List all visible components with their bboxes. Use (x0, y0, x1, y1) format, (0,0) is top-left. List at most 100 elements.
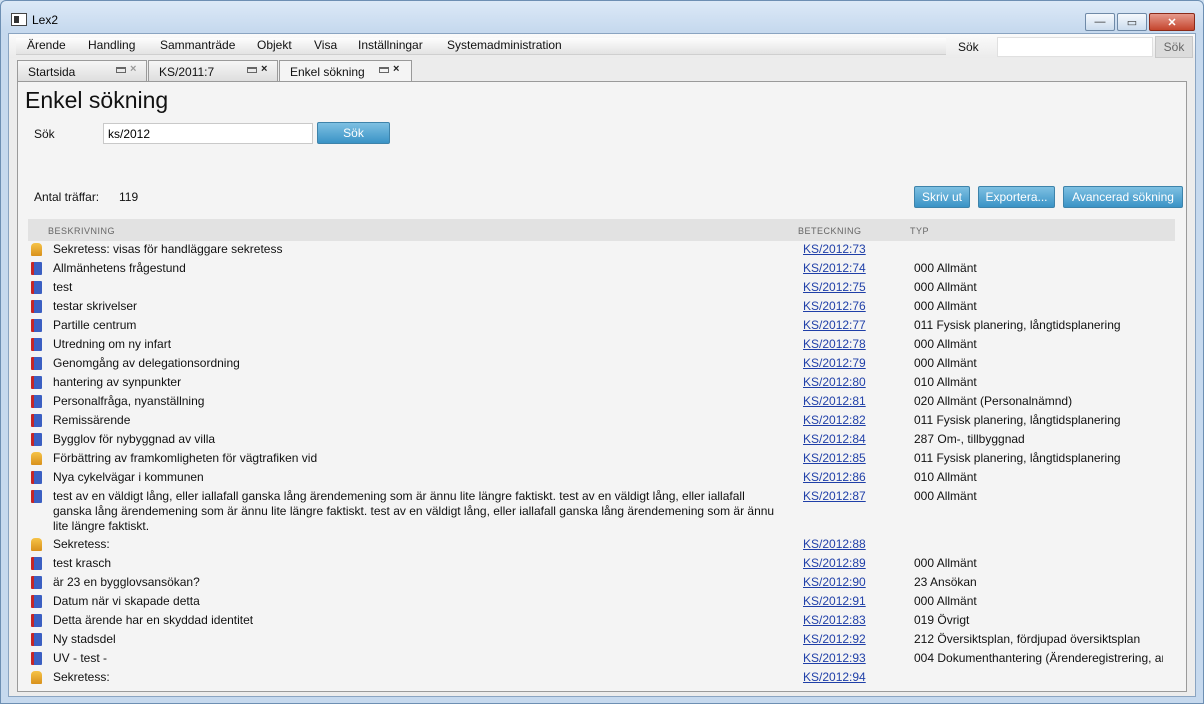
locked-case-icon (31, 671, 42, 684)
row-case-link[interactable]: KS/2012:78 (803, 337, 866, 351)
table-row[interactable]: är 23 en bygglovsansökan? KS/2012:90 23 An… (28, 574, 1163, 593)
row-case-link[interactable]: KS/2012:92 (803, 632, 866, 646)
search-button[interactable]: Sök (317, 122, 390, 144)
row-case-link[interactable]: KS/2012:85 (803, 451, 866, 465)
table-row[interactable]: Sekretess: visas för handläggare sekrete… (28, 241, 1163, 260)
case-icon (31, 357, 42, 370)
row-case-link[interactable]: KS/2012:79 (803, 356, 866, 370)
row-case-link[interactable]: KS/2012:83 (803, 613, 866, 627)
row-description: test av en väldigt lång, eller iallafall… (53, 489, 775, 533)
row-case-link[interactable]: KS/2012:81 (803, 394, 866, 408)
table-row[interactable]: test KS/2012:75 000 Allmänt (28, 279, 1163, 298)
row-case-link[interactable]: KS/2012:73 (803, 242, 866, 256)
tab-startsida[interactable]: Startsida × (17, 60, 147, 81)
row-case-link[interactable]: KS/2012:93 (803, 651, 866, 665)
table-row[interactable]: Sekretess: KS/2012:88 (28, 536, 1163, 555)
top-search-input[interactable] (997, 37, 1153, 57)
top-search-button[interactable]: Sök (1155, 36, 1193, 58)
row-description: Sekretess: visas för handläggare sekrete… (53, 242, 283, 256)
search-input[interactable] (103, 123, 313, 144)
row-case-link[interactable]: KS/2012:94 (803, 670, 866, 684)
row-type: 010 Allmänt (914, 375, 977, 389)
print-button[interactable]: Skriv ut (914, 186, 970, 208)
row-description: är 23 en bygglovsansökan? (53, 575, 200, 589)
tab-ks-2011-7[interactable]: KS/2011:7 × (148, 60, 278, 81)
tab-label: Enkel sökning (290, 65, 365, 79)
table-row[interactable]: Detta ärende har en skyddad identitet KS/… (28, 612, 1163, 631)
row-description: UV - test - (53, 651, 108, 665)
table-row[interactable]: hantering av synpunkter KS/2012:80 010 All… (28, 374, 1163, 393)
case-icon (31, 614, 42, 627)
undock-icon[interactable] (379, 67, 389, 73)
close-icon[interactable]: × (130, 63, 136, 75)
row-case-link[interactable]: KS/2012:91 (803, 594, 866, 608)
minimize-button[interactable]: — (1085, 13, 1115, 31)
advanced-search-button[interactable]: Avancerad sökning (1063, 186, 1183, 208)
menu-item[interactable]: Inställningar (358, 34, 423, 52)
table-row[interactable]: test av en väldigt lång, eller iallafall… (28, 488, 1163, 536)
menu-item[interactable]: Sammanträde (160, 34, 235, 52)
table-row[interactable]: Genomgång av delegationsordning KS/2012:7… (28, 355, 1163, 374)
table-row[interactable]: Sekretess: KS/2012:94 (28, 669, 1163, 684)
close-icon[interactable]: × (261, 63, 267, 75)
table-row[interactable]: Remissärende KS/2012:82 011 Fysisk planeri… (28, 412, 1163, 431)
row-case-link[interactable]: KS/2012:90 (803, 575, 866, 589)
column-header-typ[interactable]: TYP (910, 226, 929, 236)
menu-item[interactable]: Ärende (27, 34, 66, 52)
tab-bar: Startsida × KS/2011:7 × Enkel sökning × (17, 60, 413, 82)
table-row[interactable]: test krasch KS/2012:89 000 Allmänt (28, 555, 1163, 574)
row-case-link[interactable]: KS/2012:87 (803, 489, 866, 503)
menu-item[interactable]: Handling (88, 34, 135, 52)
table-row[interactable]: Partille centrum KS/2012:77 011 Fysisk pla… (28, 317, 1163, 336)
row-case-link[interactable]: KS/2012:77 (803, 318, 866, 332)
row-case-link[interactable]: KS/2012:88 (803, 537, 866, 551)
row-case-link[interactable]: KS/2012:89 (803, 556, 866, 570)
row-case-link[interactable]: KS/2012:76 (803, 299, 866, 313)
table-row[interactable]: Personalfråga, nyanställning KS/2012:81 02… (28, 393, 1163, 412)
row-case-link[interactable]: KS/2012:80 (803, 375, 866, 389)
row-case-link[interactable]: KS/2012:82 (803, 413, 866, 427)
row-type: 019 Övrigt (914, 613, 970, 627)
row-case-link[interactable]: KS/2012:74 (803, 261, 866, 275)
column-header-beteckning[interactable]: BETECKNING (798, 226, 862, 236)
menu-item[interactable]: Visa (314, 34, 337, 52)
undock-icon[interactable] (116, 67, 126, 73)
hits-label: Antal träffar: (34, 190, 100, 204)
table-row[interactable]: Förbättring av framkomligheten för vägtr… (28, 450, 1163, 469)
column-header-beskrivning[interactable]: BESKRIVNING (48, 226, 115, 236)
app-window: Lex2 — ▭ ✕ Ärende Handling Sammanträde Obje… (0, 0, 1204, 704)
close-icon[interactable]: × (393, 63, 399, 75)
table-row[interactable]: UV - test - KS/2012:93 004 Dokumenthanteri… (28, 650, 1163, 669)
menu-item[interactable]: Systemadministration (447, 34, 562, 52)
table-row[interactable]: Allmänhetens frågestund KS/2012:74 000 All… (28, 260, 1163, 279)
row-case-link[interactable]: KS/2012:86 (803, 470, 866, 484)
table-row[interactable]: Datum när vi skapade detta KS/2012:91 000 … (28, 593, 1163, 612)
row-type: 011 Fysisk planering, långtidsplanering (914, 318, 1121, 332)
row-description: Remissärende (53, 413, 131, 427)
tab-enkel-sokning[interactable]: Enkel sökning × (279, 60, 412, 82)
case-icon (31, 300, 42, 313)
table-row[interactable]: Bygglov för nybyggnad av villa KS/2012:84… (28, 431, 1163, 450)
row-type: 000 Allmänt (914, 261, 977, 275)
case-icon (31, 319, 42, 332)
table-row[interactable]: testar skrivelser KS/2012:76 000 Allmänt (28, 298, 1163, 317)
page-title: Enkel sökning (25, 87, 169, 113)
maximize-button[interactable]: ▭ (1117, 13, 1147, 31)
close-button[interactable]: ✕ (1149, 13, 1195, 31)
row-case-link[interactable]: KS/2012:84 (803, 432, 866, 446)
row-type: 23 Ansökan (914, 575, 977, 589)
undock-icon[interactable] (247, 67, 257, 73)
case-icon (31, 338, 42, 351)
row-type: 000 Allmänt (914, 556, 977, 570)
row-description: Allmänhetens frågestund (53, 261, 186, 275)
row-description: test krasch (53, 556, 112, 570)
row-type: 000 Allmänt (914, 489, 977, 503)
table-row[interactable]: Utredning om ny infart KS/2012:78 000 Allm… (28, 336, 1163, 355)
export-button[interactable]: Exportera... (978, 186, 1055, 208)
row-case-link[interactable]: KS/2012:75 (803, 280, 866, 294)
row-description: Detta ärende har en skyddad identitet (53, 613, 254, 627)
menu-item[interactable]: Objekt (257, 34, 292, 52)
case-icon (31, 557, 42, 570)
table-row[interactable]: Ny stadsdel KS/2012:92 212 Översiktsplan, … (28, 631, 1163, 650)
table-row[interactable]: Nya cykelvägar i kommunen KS/2012:86 010 A… (28, 469, 1163, 488)
